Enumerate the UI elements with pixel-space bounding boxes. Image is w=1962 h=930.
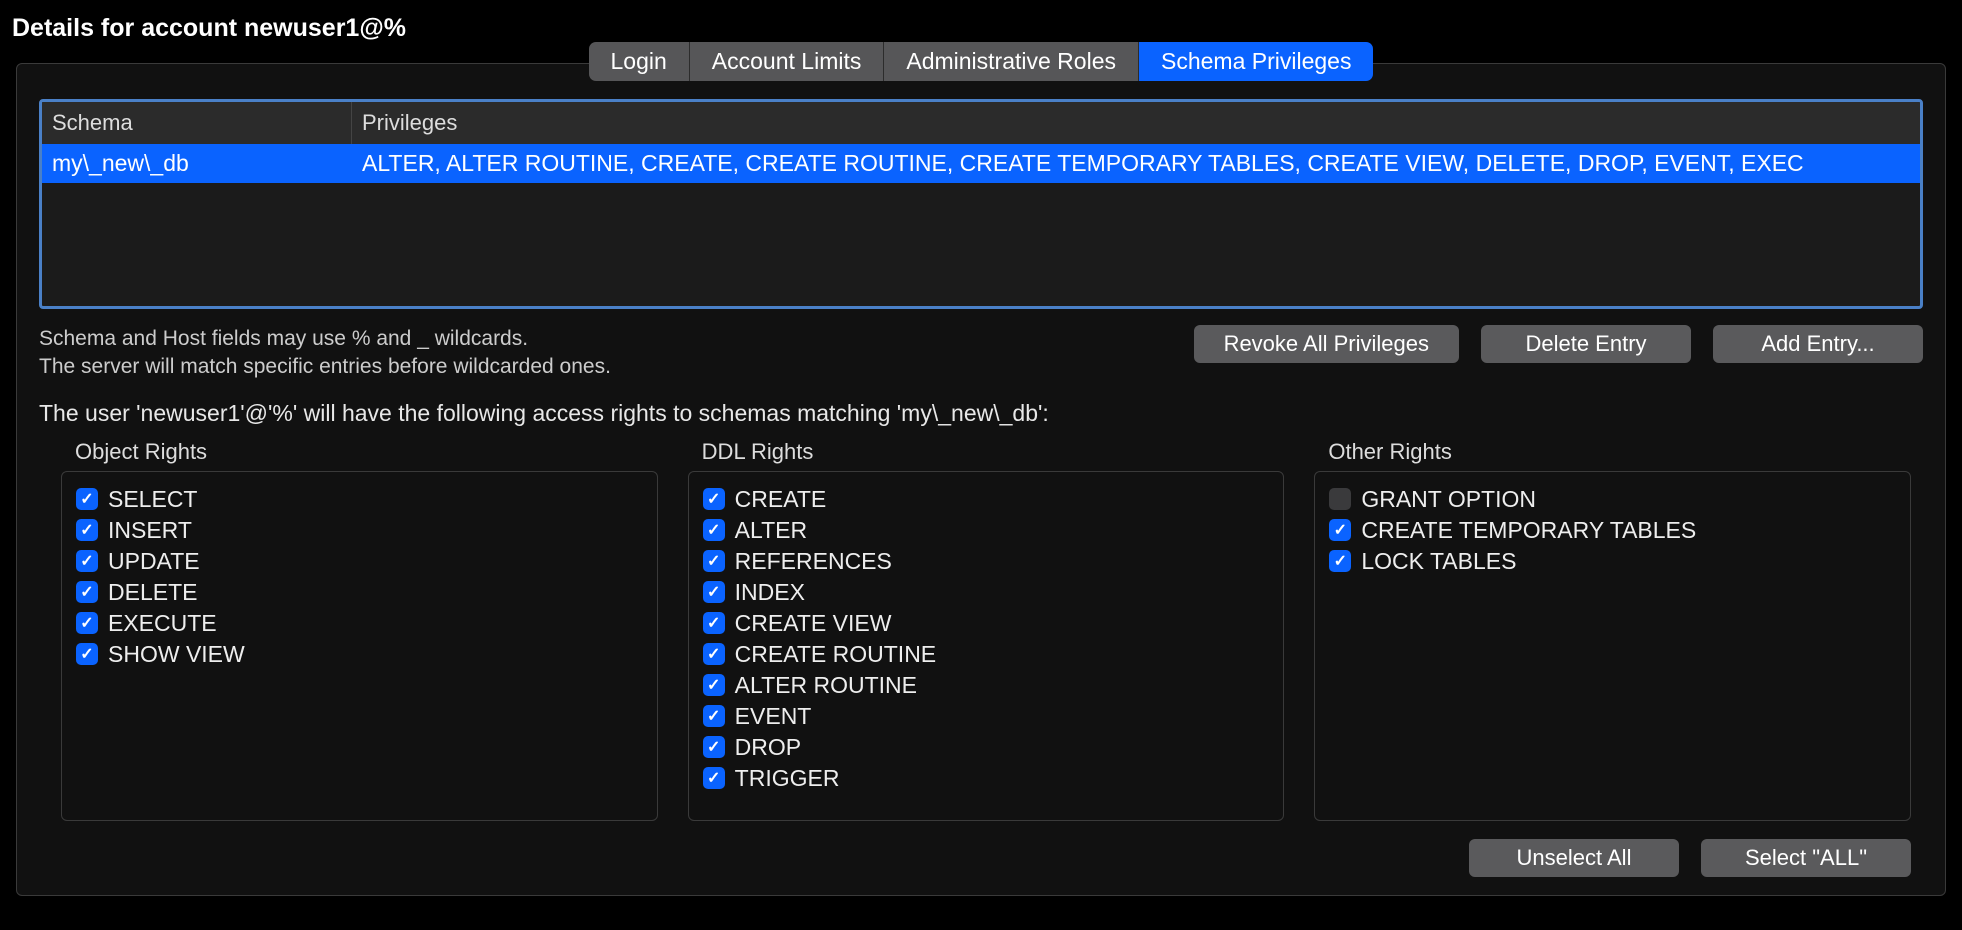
- unselect-all-button[interactable]: Unselect All: [1469, 839, 1679, 877]
- ddl-right-item: ✓ EVENT: [703, 701, 1270, 732]
- add-entry-button[interactable]: Add Entry...: [1713, 325, 1923, 363]
- object-right-item: ✓ EXECUTE: [76, 608, 643, 639]
- checkbox-label: UPDATE: [108, 548, 200, 575]
- checkbox-drop[interactable]: ✓: [703, 736, 725, 758]
- checkbox-show-view[interactable]: ✓: [76, 643, 98, 665]
- ddl-right-item: ✓ CREATE: [703, 484, 1270, 515]
- object-right-item: ✓ INSERT: [76, 515, 643, 546]
- checkbox-label: ALTER ROUTINE: [735, 672, 917, 699]
- tab-account-limits[interactable]: Account Limits: [690, 42, 885, 81]
- object-rights-title: Object Rights: [75, 439, 658, 465]
- schema-privileges-table[interactable]: Schema Privileges my\_new\_dbALTER, ALTE…: [39, 99, 1923, 309]
- cell-privileges: ALTER, ALTER ROUTINE, CREATE, CREATE ROU…: [352, 144, 1920, 183]
- checkbox-label: INSERT: [108, 517, 192, 544]
- checkbox-trigger[interactable]: ✓: [703, 767, 725, 789]
- checkbox-label: DELETE: [108, 579, 197, 606]
- object-right-item: ✓ DELETE: [76, 577, 643, 608]
- wildcard-hint: Schema and Host fields may use % and _ w…: [39, 325, 611, 382]
- checkbox-label: EXECUTE: [108, 610, 217, 637]
- object-right-item: ✓ SHOW VIEW: [76, 639, 643, 670]
- checkbox-label: REFERENCES: [735, 548, 892, 575]
- ddl-rights-box: ✓ CREATE ✓ ALTER ✓ REFERENCES ✓ INDEX ✓ CREATE VI…: [688, 471, 1285, 821]
- checkbox-update[interactable]: ✓: [76, 550, 98, 572]
- ddl-rights-title: DDL Rights: [702, 439, 1285, 465]
- object-rights-group: Object Rights ✓ SELECT ✓ INSERT ✓ UPDATE ✓ DELE…: [61, 439, 658, 821]
- checkbox-create-temporary-tables[interactable]: ✓: [1329, 519, 1351, 541]
- table-header-row: Schema Privileges: [42, 102, 1920, 144]
- ddl-right-item: ✓ ALTER ROUTINE: [703, 670, 1270, 701]
- checkbox-label: CREATE ROUTINE: [735, 641, 936, 668]
- tab-administrative-roles[interactable]: Administrative Roles: [884, 42, 1139, 81]
- checkbox-label: GRANT OPTION: [1361, 486, 1536, 513]
- ddl-right-item: ✓ CREATE ROUTINE: [703, 639, 1270, 670]
- other-right-item: ✓ LOCK TABLES: [1329, 546, 1896, 577]
- select-all-button[interactable]: Select "ALL": [1701, 839, 1911, 877]
- ddl-right-item: ✓ ALTER: [703, 515, 1270, 546]
- tab-schema-privileges[interactable]: Schema Privileges: [1139, 42, 1373, 81]
- tab-login[interactable]: Login: [589, 42, 690, 81]
- checkbox-label: DROP: [735, 734, 801, 761]
- tab-bar: LoginAccount LimitsAdministrative RolesS…: [17, 42, 1945, 81]
- checkbox-delete[interactable]: ✓: [76, 581, 98, 603]
- checkbox-create-view[interactable]: ✓: [703, 612, 725, 634]
- checkbox-alter[interactable]: ✓: [703, 519, 725, 541]
- checkbox-grant-option[interactable]: [1329, 488, 1351, 510]
- ddl-right-item: ✓ DROP: [703, 732, 1270, 763]
- schema-privileges-panel: LoginAccount LimitsAdministrative RolesS…: [16, 63, 1946, 896]
- ddl-right-item: ✓ INDEX: [703, 577, 1270, 608]
- checkbox-label: SELECT: [108, 486, 197, 513]
- checkbox-create-routine[interactable]: ✓: [703, 643, 725, 665]
- access-rights-sentence: The user 'newuser1'@'%' will have the fo…: [39, 400, 1923, 427]
- checkbox-insert[interactable]: ✓: [76, 519, 98, 541]
- checkbox-index[interactable]: ✓: [703, 581, 725, 603]
- hint-line-2: The server will match specific entries b…: [39, 353, 611, 381]
- checkbox-label: SHOW VIEW: [108, 641, 245, 668]
- object-right-item: ✓ SELECT: [76, 484, 643, 515]
- checkbox-label: TRIGGER: [735, 765, 840, 792]
- checkbox-alter-routine[interactable]: ✓: [703, 674, 725, 696]
- checkbox-label: LOCK TABLES: [1361, 548, 1516, 575]
- column-header-privileges[interactable]: Privileges: [352, 102, 1920, 144]
- checkbox-label: ALTER: [735, 517, 807, 544]
- checkbox-references[interactable]: ✓: [703, 550, 725, 572]
- checkbox-label: INDEX: [735, 579, 805, 606]
- object-rights-box: ✓ SELECT ✓ INSERT ✓ UPDATE ✓ DELETE ✓ EXECUTE ✓ SHO…: [61, 471, 658, 821]
- ddl-right-item: ✓ CREATE VIEW: [703, 608, 1270, 639]
- footer-buttons: Unselect All Select "ALL": [17, 839, 1911, 877]
- checkbox-event[interactable]: ✓: [703, 705, 725, 727]
- checkbox-label: EVENT: [735, 703, 812, 730]
- checkbox-execute[interactable]: ✓: [76, 612, 98, 634]
- other-rights-group: Other Rights GRANT OPTION ✓ CREATE TEMPORA…: [1314, 439, 1911, 821]
- table-row[interactable]: my\_new\_dbALTER, ALTER ROUTINE, CREATE,…: [42, 144, 1920, 183]
- ddl-right-item: ✓ REFERENCES: [703, 546, 1270, 577]
- checkbox-label: CREATE: [735, 486, 827, 513]
- checkbox-create[interactable]: ✓: [703, 488, 725, 510]
- entry-buttons: Revoke All Privileges Delete Entry Add E…: [1194, 325, 1923, 363]
- checkbox-label: CREATE TEMPORARY TABLES: [1361, 517, 1696, 544]
- checkbox-select[interactable]: ✓: [76, 488, 98, 510]
- other-right-item: GRANT OPTION: [1329, 484, 1896, 515]
- other-rights-box: GRANT OPTION ✓ CREATE TEMPORARY TABLES ✓ LOC…: [1314, 471, 1911, 821]
- object-right-item: ✓ UPDATE: [76, 546, 643, 577]
- checkbox-lock-tables[interactable]: ✓: [1329, 550, 1351, 572]
- hint-line-1: Schema and Host fields may use % and _ w…: [39, 325, 611, 353]
- cell-schema: my\_new\_db: [42, 144, 352, 183]
- ddl-rights-group: DDL Rights ✓ CREATE ✓ ALTER ✓ REFERENCES ✓ INDE…: [688, 439, 1285, 821]
- column-header-schema[interactable]: Schema: [42, 102, 352, 144]
- rights-row: Object Rights ✓ SELECT ✓ INSERT ✓ UPDATE ✓ DELE…: [61, 439, 1911, 821]
- other-right-item: ✓ CREATE TEMPORARY TABLES: [1329, 515, 1896, 546]
- other-rights-title: Other Rights: [1328, 439, 1911, 465]
- revoke-all-privileges-button[interactable]: Revoke All Privileges: [1194, 325, 1459, 363]
- checkbox-label: CREATE VIEW: [735, 610, 892, 637]
- ddl-right-item: ✓ TRIGGER: [703, 763, 1270, 794]
- delete-entry-button[interactable]: Delete Entry: [1481, 325, 1691, 363]
